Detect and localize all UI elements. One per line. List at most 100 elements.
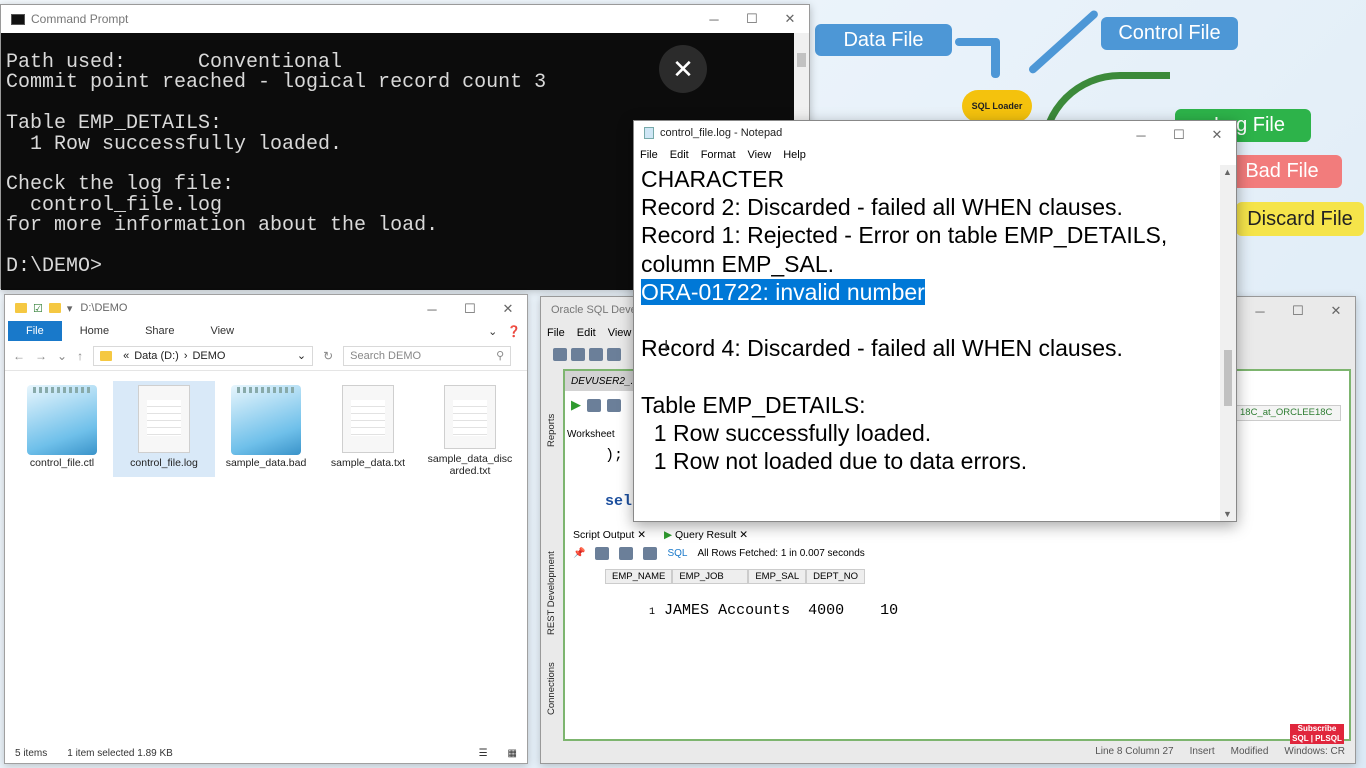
scroll-up-icon[interactable]: ▲ — [1223, 167, 1232, 177]
text-line: 1 Row successfully loaded. — [641, 419, 932, 446]
close-icon[interactable]: ✕ — [771, 5, 809, 33]
column-header[interactable]: EMP_SAL — [748, 569, 807, 584]
rest-development-tab[interactable]: REST Development — [546, 551, 557, 635]
address-folder[interactable]: DEMO — [192, 350, 225, 362]
print-icon[interactable] — [595, 547, 610, 560]
discard-file-label: Discard File — [1236, 202, 1364, 236]
menu-file[interactable]: File — [547, 327, 565, 339]
file-name: sample_data.bad — [225, 457, 307, 469]
close-icon[interactable]: ✕ — [1317, 297, 1355, 325]
file-item[interactable]: sample_data.bad — [215, 381, 317, 477]
maximize-icon[interactable]: ☐ — [451, 295, 489, 323]
address-input[interactable]: « Data (D:) › DEMO ⌄ — [93, 345, 314, 366]
pin-icon[interactable]: 📌 — [573, 548, 585, 559]
close-icon[interactable]: ✕ — [489, 295, 527, 323]
tab-query-result[interactable]: ▶ Query Result ✕ — [660, 527, 752, 543]
code-line[interactable]: sel — [605, 493, 632, 510]
connection-select[interactable]: 18C_at_ORCLEE18C — [1235, 405, 1341, 421]
menu-edit[interactable]: Edit — [577, 327, 596, 339]
file-item[interactable]: sample_data.txt — [317, 381, 419, 477]
refresh-icon[interactable] — [619, 547, 634, 560]
connections-tab[interactable]: Connections — [546, 662, 557, 715]
notepad-window[interactable]: control_file.log - Notepad ─ ☐ ✕ File Ed… — [633, 120, 1237, 522]
large-icons-view-icon[interactable]: ▦ — [508, 748, 517, 759]
scroll-down-icon[interactable]: ▼ — [1223, 509, 1232, 519]
open-icon[interactable] — [571, 347, 585, 361]
notepad-scrollbar[interactable]: ▲ ▼ — [1220, 165, 1236, 521]
run-icon[interactable]: ▶ — [571, 397, 581, 413]
ribbon-expand-icon[interactable]: ⌄ — [484, 325, 501, 338]
tab-home[interactable]: Home — [62, 325, 127, 337]
new-folder-icon[interactable] — [48, 303, 61, 313]
cmd-scroll-thumb[interactable] — [797, 53, 806, 67]
cell-emp-sal[interactable]: 4000 — [808, 602, 844, 619]
column-header[interactable]: DEPT_NO — [806, 569, 866, 584]
row-number: 1 — [649, 607, 656, 618]
file-explorer-window[interactable]: ☑ ▾ D:\DEMO ─ ☐ ✕ File Home Share View ⌄… — [4, 294, 528, 764]
commit-icon[interactable] — [607, 398, 621, 412]
address-drive[interactable]: Data (D:) — [134, 350, 179, 362]
tab-share[interactable]: Share — [127, 325, 192, 337]
table-row[interactable]: 1 JAMES Accounts 4000 10 — [595, 585, 898, 636]
menu-edit[interactable]: Edit — [670, 149, 689, 161]
file-item[interactable]: sample_data_discarded.txt — [419, 381, 521, 477]
menu-help[interactable]: Help — [783, 149, 806, 161]
maximize-icon[interactable]: ☐ — [1160, 121, 1198, 149]
cmd-titlebar[interactable]: Command Prompt — [1, 5, 809, 33]
file-name: sample_data_discarded.txt — [427, 453, 513, 477]
up-icon[interactable]: ↑ — [77, 349, 83, 363]
details-view-icon[interactable]: ☰ — [479, 748, 488, 759]
data-file-label: Data File — [815, 24, 952, 56]
overlay-close-icon[interactable]: ✕ — [659, 45, 707, 93]
run-script-icon[interactable] — [587, 398, 601, 412]
results-toolbar: 📌 SQL All Rows Fetched: 1 in 0.007 secon… — [573, 547, 865, 560]
cell-emp-job[interactable]: Accounts — [718, 602, 790, 619]
recent-dropdown-icon[interactable]: ⌄ — [57, 349, 67, 363]
folder-icon — [15, 303, 27, 313]
minimize-icon[interactable]: ─ — [1241, 297, 1279, 325]
file-name: control_file.log — [130, 457, 198, 469]
delete-icon[interactable] — [643, 547, 658, 560]
address-prefix: « — [123, 349, 130, 362]
search-input[interactable]: Search DEMO ⚲ — [343, 345, 512, 366]
menu-file[interactable]: File — [640, 149, 658, 161]
menu-format[interactable]: Format — [701, 149, 736, 161]
back-icon[interactable]: ← — [13, 349, 25, 363]
minimize-icon[interactable]: ─ — [695, 5, 733, 33]
tab-file[interactable]: File — [8, 321, 62, 341]
notepad-scroll-thumb[interactable] — [1224, 350, 1232, 406]
selected-text[interactable]: ORA-01722: invalid number — [641, 278, 925, 305]
close-icon[interactable]: ✕ — [1198, 121, 1236, 149]
forward-icon[interactable]: → — [35, 349, 47, 363]
maximize-icon[interactable]: ☐ — [1279, 297, 1317, 325]
sql-button[interactable]: SQL — [667, 548, 687, 559]
code-line[interactable]: ); — [605, 447, 623, 464]
notepad-text-area[interactable]: CHARACTER Record 2: Discarded - failed al… — [641, 165, 1221, 475]
properties-icon[interactable]: ☑ — [33, 302, 43, 315]
reports-tab[interactable]: Reports — [546, 414, 557, 447]
save-all-icon[interactable] — [607, 347, 621, 361]
text-line: 1 Row not loaded due to data errors. — [641, 448, 1028, 475]
column-header[interactable]: EMP_JOB — [672, 569, 749, 584]
minimize-icon[interactable]: ─ — [413, 295, 451, 323]
maximize-icon[interactable]: ☐ — [733, 5, 771, 33]
cell-dept-no[interactable]: 10 — [880, 602, 898, 619]
menu-view[interactable]: View — [748, 149, 772, 161]
refresh-icon[interactable]: ↻ — [323, 349, 333, 363]
tab-script-output[interactable]: Script Output ✕ — [569, 527, 650, 543]
help-icon[interactable]: ❓ — [501, 325, 527, 338]
subscribe-badge[interactable]: Subscribe SQL | PLSQL — [1290, 724, 1344, 744]
cell-emp-name[interactable]: JAMES — [664, 602, 709, 619]
save-icon[interactable] — [589, 347, 603, 361]
file-item-selected[interactable]: control_file.log — [113, 381, 215, 477]
quick-access-dropdown-icon[interactable]: ▾ — [67, 302, 73, 315]
new-icon[interactable] — [553, 347, 567, 361]
editor-tab-label: DEVUSER2_... — [571, 375, 639, 387]
address-dropdown-icon[interactable]: ⌄ — [297, 349, 306, 362]
file-item[interactable]: control_file.ctl — [11, 381, 113, 477]
worksheet-label[interactable]: Worksheet — [567, 429, 615, 440]
menu-view[interactable]: View — [608, 327, 632, 339]
tab-view[interactable]: View — [192, 325, 252, 337]
column-header[interactable]: EMP_NAME — [605, 569, 673, 584]
minimize-icon[interactable]: ─ — [1122, 121, 1160, 149]
